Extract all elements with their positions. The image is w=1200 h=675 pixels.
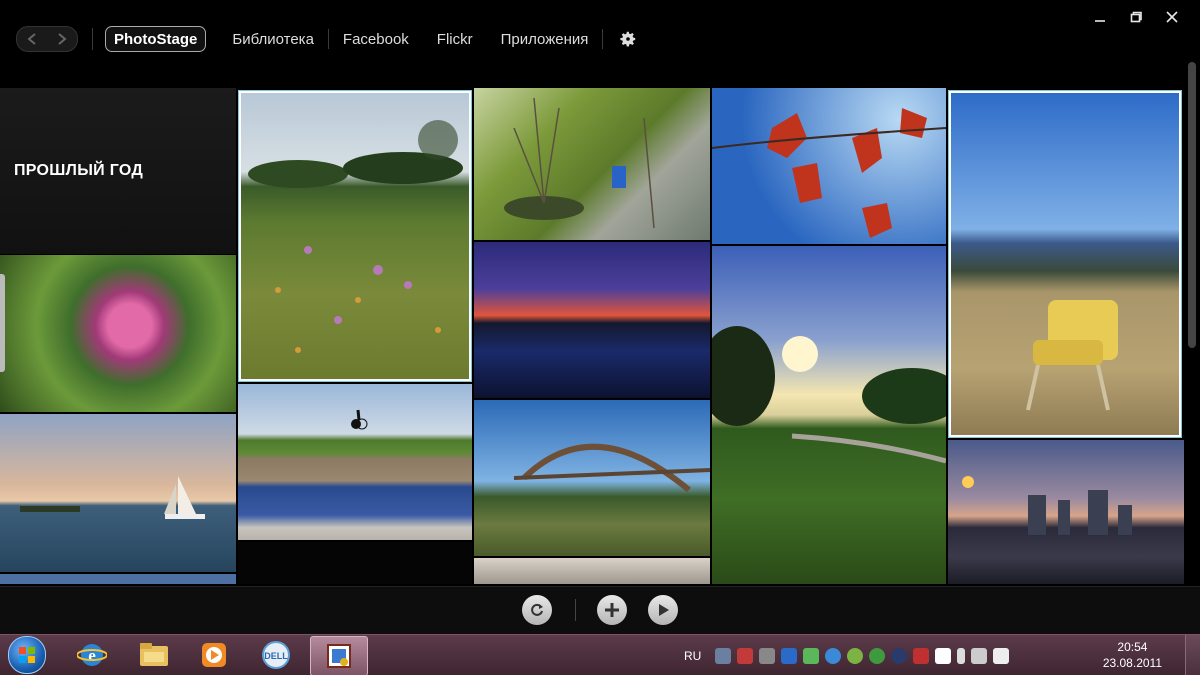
minimize-icon[interactable] (1082, 6, 1118, 28)
section-header: ПРОШЛЫЙ ГОД (0, 88, 236, 254)
photo-red-leaves[interactable] (712, 88, 946, 244)
battery-icon[interactable] (957, 647, 966, 664)
divider (575, 599, 576, 621)
photostage-window: PhotoStage Библиотека Facebook Flickr Пр… (0, 0, 1200, 675)
tray-app-icon[interactable] (781, 647, 798, 664)
clock-date: 23.08.2011 (1102, 656, 1162, 670)
bluetooth-icon[interactable] (825, 647, 842, 664)
top-navigation: PhotoStage Библиотека Facebook Flickr Пр… (16, 24, 639, 54)
tray-shield-icon[interactable] (737, 647, 754, 664)
photo-lake-sunset[interactable] (474, 242, 710, 398)
photo-partial[interactable] (0, 574, 236, 584)
tab-facebook[interactable]: Facebook (329, 24, 423, 54)
gear-icon[interactable] (617, 28, 639, 50)
rotate-icon[interactable] (522, 595, 552, 625)
photo-park-trees[interactable] (474, 88, 710, 240)
divider (92, 28, 93, 50)
tray-update-icon[interactable] (869, 647, 886, 664)
photo-bridge[interactable] (474, 400, 710, 556)
maximize-icon[interactable] (1118, 6, 1154, 28)
photo-dark[interactable] (238, 542, 472, 584)
clock[interactable]: 20:54 23.08.2011 (1103, 639, 1162, 671)
tab-library[interactable]: Библиотека (218, 24, 328, 54)
flag-icon[interactable] (935, 647, 952, 664)
clock-time: 20:54 (1117, 640, 1148, 654)
dell-icon[interactable]: DELL (248, 636, 304, 674)
photo-partial-2[interactable] (474, 558, 710, 584)
side-tab-handle[interactable] (0, 274, 5, 372)
language-indicator[interactable]: RU (684, 649, 701, 663)
tray-check-icon[interactable] (803, 647, 820, 664)
bottom-toolbar (0, 586, 1200, 635)
photo-pink-flower[interactable] (0, 255, 236, 412)
system-tray: RU (684, 635, 1010, 675)
tray-circle-icon[interactable] (891, 647, 908, 664)
chevron-left-icon[interactable] (26, 32, 38, 46)
tray-display-icon[interactable] (759, 647, 776, 664)
show-desktop-button[interactable] (1185, 635, 1200, 675)
tab-photostage[interactable]: PhotoStage (105, 26, 207, 52)
history-arrows (16, 26, 78, 52)
photo-wildflower-field[interactable] (238, 90, 472, 382)
vertical-scrollbar[interactable] (1188, 62, 1196, 348)
photo-city-skyline[interactable] (948, 440, 1184, 584)
tray-nvidia-icon[interactable] (847, 647, 864, 664)
svg-text:e: e (88, 646, 96, 665)
section-title: ПРОШЛЫЙ ГОД (14, 162, 144, 179)
tray-triangle-icon[interactable] (913, 647, 930, 664)
photo-yellow-chair[interactable] (948, 90, 1182, 438)
window-controls (1082, 6, 1190, 28)
folder-icon[interactable] (126, 636, 182, 674)
windows-start-icon[interactable] (2, 633, 52, 675)
photo-grid: ПРОШЛЫЙ ГОД (0, 88, 1188, 584)
taskbar: e DELL RU 20:54 23.08.2011 (0, 634, 1200, 675)
tray-network-icon[interactable] (715, 647, 732, 664)
start-orb (8, 636, 46, 674)
media-player-icon[interactable] (186, 636, 242, 674)
chevron-right-icon[interactable] (56, 32, 68, 46)
play-icon[interactable] (648, 595, 678, 625)
speaker-icon[interactable] (993, 647, 1010, 664)
signal-icon[interactable] (971, 647, 988, 664)
photo-sailboat[interactable] (0, 414, 236, 572)
plus-icon[interactable] (597, 595, 627, 625)
tab-flickr[interactable]: Flickr (423, 24, 487, 54)
svg-text:DELL: DELL (264, 651, 288, 661)
photostage-icon[interactable] (310, 636, 368, 675)
close-icon[interactable] (1154, 6, 1190, 28)
divider (602, 29, 604, 49)
ie-icon[interactable]: e (64, 636, 120, 674)
photo-cyclist-bluebonnets[interactable] (238, 384, 472, 540)
photo-sunset-field[interactable] (712, 246, 946, 584)
tab-apps[interactable]: Приложения (487, 24, 603, 54)
